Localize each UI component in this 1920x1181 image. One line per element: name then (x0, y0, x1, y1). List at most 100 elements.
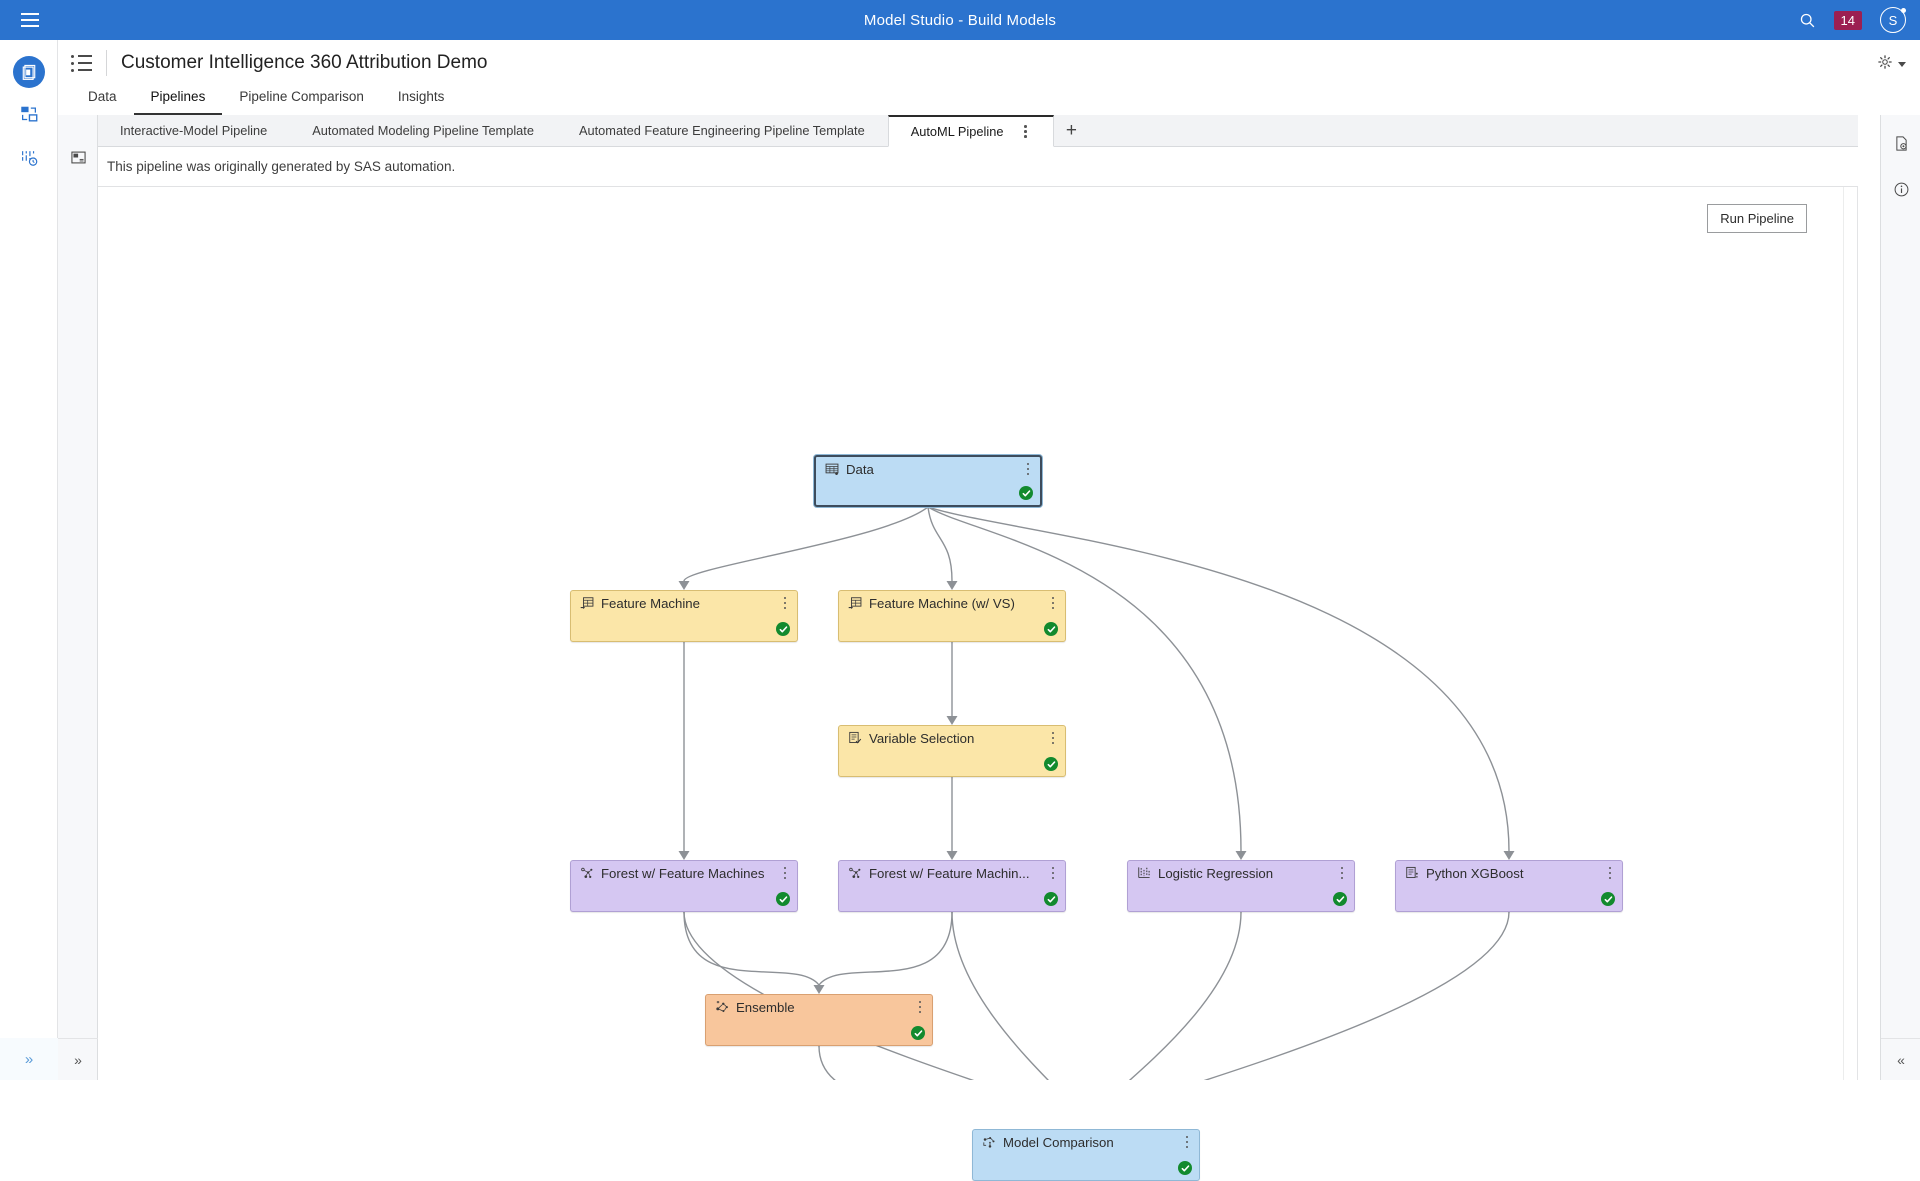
node-menu-icon[interactable] (1336, 866, 1348, 880)
pipeline-node-forestfm[interactable]: Forest w/ Feature Machines (570, 860, 798, 912)
pipeline-link-arrow (678, 581, 690, 590)
pipeline-tab-menu-icon[interactable] (1019, 125, 1031, 138)
page-title-row: Customer Intelligence 360 Attribution De… (71, 50, 487, 76)
node-menu-icon[interactable] (779, 596, 791, 610)
pipeline-link (951, 911, 1049, 1080)
page-header: Customer Intelligence 360 Attribution De… (58, 40, 1920, 115)
node-header: Feature Machine (w/ VS) (839, 591, 1065, 615)
node-label: Feature Machine (601, 595, 700, 611)
sidebar-item-data-flow[interactable] (0, 94, 58, 138)
node-label: Python XGBoost (1426, 865, 1524, 881)
pipeline-node-ensemble[interactable]: Ensemble (705, 994, 933, 1046)
left-rail-expand-button[interactable]: » (0, 1038, 58, 1080)
status-badge (1178, 1161, 1192, 1175)
pipeline-tab-label: Interactive-Model Pipeline (120, 123, 268, 138)
pipeline-node-varsel[interactable]: Variable Selection (838, 725, 1066, 777)
pipeline-tab-automated-feature-engineering-pipeline-template[interactable]: Automated Feature Engineering Pipeline T… (557, 115, 888, 146)
pipeline-node-modelcomp[interactable]: Model Comparison (972, 1129, 1200, 1181)
node-menu-icon[interactable] (1047, 731, 1059, 745)
sidebar-item-data-preparation[interactable] (0, 138, 58, 182)
pipeline-properties-button[interactable] (1881, 123, 1920, 169)
pipeline-description-bar: This pipeline was originally generated b… (98, 147, 1858, 187)
node-header: Python XGBoost (1396, 861, 1622, 885)
pipeline-canvas[interactable]: Run Pipeline Data Feature Machine Feature … (98, 187, 1858, 1181)
pipeline-node-fmvs[interactable]: Feature Machine (w/ VS) (838, 590, 1066, 642)
status-badge (1044, 622, 1058, 636)
avatar[interactable]: S (1880, 7, 1906, 33)
node-menu-icon[interactable] (1604, 866, 1616, 880)
node-palette-toggle[interactable] (58, 140, 98, 180)
sidebar-item-model-studio[interactable] (0, 50, 58, 94)
status-badge (1044, 892, 1058, 906)
node-menu-icon[interactable] (914, 1000, 926, 1014)
status-badge (1601, 892, 1615, 906)
forest-icon (848, 866, 862, 880)
pipeline-tab-label: Automated Feature Engineering Pipeline T… (578, 123, 865, 138)
node-menu-icon[interactable] (1181, 1135, 1193, 1149)
model-studio-icon (13, 56, 45, 88)
pipeline-link (818, 911, 953, 986)
left-nav-rail: » (0, 40, 58, 1080)
list-icon[interactable] (71, 54, 92, 72)
node-menu-icon[interactable] (779, 866, 791, 880)
node-label: Ensemble (736, 999, 795, 1015)
node-label: Feature Machine (w/ VS) (869, 595, 1015, 611)
status-badge (776, 892, 790, 906)
notification-badge[interactable]: 14 (1833, 10, 1862, 30)
run-pipeline-button[interactable]: Run Pipeline (1707, 204, 1807, 233)
app-title: Model Studio - Build Models (863, 11, 1057, 29)
panel-rail-expand-button[interactable]: » (58, 1038, 98, 1080)
pipeline-link-arrow (946, 716, 958, 725)
status-badge (776, 622, 790, 636)
tab-pipelines[interactable]: Pipelines (133, 83, 223, 115)
pipeline-tab-automated-modeling-pipeline-template[interactable]: Automated Modeling Pipeline Template (290, 115, 557, 146)
pipeline-node-xgboost[interactable]: Python XGBoost (1395, 860, 1623, 912)
node-label: Model Comparison (1003, 1134, 1114, 1150)
node-header: Forest w/ Feature Machines (571, 861, 797, 885)
node-label: Forest w/ Feature Machin... (869, 865, 1030, 881)
settings-menu-button[interactable] (1877, 54, 1906, 75)
python-code-icon (1405, 866, 1419, 880)
pipeline-node-logreg[interactable]: Logistic Regression (1127, 860, 1355, 912)
tab-data[interactable]: Data (71, 83, 134, 115)
pipeline-link (683, 506, 929, 582)
canvas-vertical-scrollbar[interactable] (1843, 187, 1857, 1080)
status-badge (1044, 757, 1058, 771)
information-button[interactable] (1881, 169, 1920, 215)
data-preparation-icon (19, 148, 39, 173)
node-menu-icon[interactable] (1047, 866, 1059, 880)
feature-machine-icon (848, 596, 862, 610)
tab-insights[interactable]: Insights (381, 83, 462, 115)
hamburger-icon[interactable] (10, 0, 50, 40)
status-badge (1333, 892, 1347, 906)
pipeline-tab-automl-pipeline[interactable]: AutoML Pipeline (887, 115, 1055, 147)
chevron-down-icon (1898, 62, 1906, 67)
gear-icon (1877, 54, 1893, 75)
tab-pipeline-comparison[interactable]: Pipeline Comparison (222, 83, 381, 115)
right-rail-collapse-button[interactable]: « (1881, 1038, 1920, 1080)
table-data-icon (825, 462, 839, 476)
pipeline-node-fm[interactable]: Feature Machine (570, 590, 798, 642)
pipeline-node-data[interactable]: Data (814, 455, 1042, 507)
search-icon[interactable] (1799, 12, 1816, 29)
pipeline-tab-label: AutoML Pipeline (910, 124, 1004, 139)
node-menu-icon[interactable] (1047, 596, 1059, 610)
pipeline-tab-strip: Interactive-Model Pipeline Automated Mod… (98, 115, 1858, 147)
add-pipeline-button[interactable]: + (1054, 115, 1088, 146)
node-menu-icon[interactable] (1022, 462, 1034, 476)
pipeline-link-arrow (1235, 851, 1247, 860)
pipeline-link (927, 506, 1510, 852)
pipeline-node-forestfmvs[interactable]: Forest w/ Feature Machin... (838, 860, 1066, 912)
pipeline-tab-interactive-model-pipeline[interactable]: Interactive-Model Pipeline (98, 115, 290, 146)
node-palette-icon (70, 149, 87, 171)
pipeline-link-arrow (678, 851, 690, 860)
node-label: Logistic Regression (1158, 865, 1274, 881)
pipeline-link-arrow (1503, 851, 1515, 860)
model-comparison-icon (982, 1135, 996, 1149)
ensemble-icon (715, 1000, 729, 1014)
node-header: Ensemble (706, 995, 932, 1019)
data-flow-icon (19, 104, 39, 129)
node-header: Logistic Regression (1128, 861, 1354, 885)
node-palette-rail: » (58, 115, 98, 1080)
pipeline-link (683, 911, 820, 986)
